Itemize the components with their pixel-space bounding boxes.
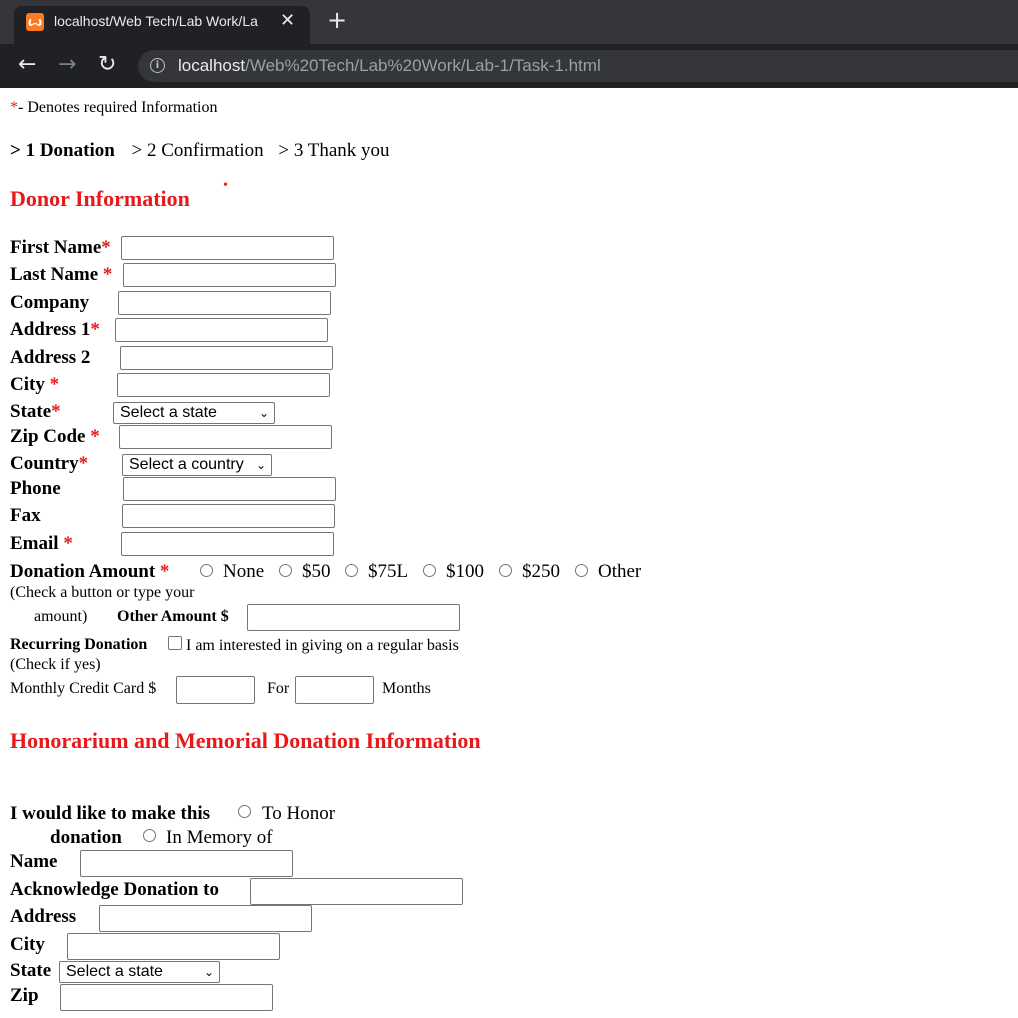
chevron-down-icon: ⌄ xyxy=(258,406,269,420)
address1-input[interactable] xyxy=(115,318,328,342)
close-icon[interactable]: ✕ xyxy=(280,10,295,31)
red-dot: • xyxy=(223,178,228,193)
phone-label: Phone xyxy=(10,478,61,499)
radio-100-label: $100 xyxy=(446,561,484,582)
monthly-amount-input[interactable] xyxy=(176,676,255,704)
country-select[interactable]: Select a country ⌄ xyxy=(122,454,272,476)
address-bar[interactable]: i localhost/Web%20Tech/Lab%20Work/Lab-1/… xyxy=(138,50,1018,82)
required-star: * xyxy=(10,99,18,116)
address1-label: Address 1* xyxy=(10,319,100,340)
forward-arrow-icon[interactable]: → xyxy=(58,52,76,77)
honor-zip-input[interactable] xyxy=(60,984,273,1011)
xampp-favicon-icon: ꙍ xyxy=(26,13,44,31)
honor-address-label: Address xyxy=(10,906,77,927)
recurring-checkbox-label: I am interested in giving on a regular b… xyxy=(186,637,459,654)
step-2: > 2 Confirmation xyxy=(131,140,264,161)
recurring-label: Recurring Donation xyxy=(10,636,148,653)
first-name-input[interactable] xyxy=(121,236,334,260)
donor-heading: Donor Information xyxy=(10,186,190,211)
make-donation-label-2: donation xyxy=(50,827,122,848)
for-label: For xyxy=(267,680,290,697)
step-indicator: > 1 Donation > 2 Confirmation > 3 Thank … xyxy=(10,140,390,162)
honor-city-label: City xyxy=(10,934,45,955)
info-icon[interactable]: i xyxy=(150,58,165,73)
zip-label: Zip Code * xyxy=(10,426,100,447)
country-label: Country* xyxy=(10,453,89,474)
last-name-input[interactable] xyxy=(123,263,336,287)
fax-label: Fax xyxy=(10,505,41,526)
radio-none-label: None xyxy=(223,561,265,582)
radio-other[interactable] xyxy=(575,564,588,577)
phone-input[interactable] xyxy=(123,477,336,501)
honor-state-select-value: Select a state xyxy=(66,963,163,980)
acknowledge-label: Acknowledge Donation to xyxy=(10,879,220,900)
url-text: localhost/Web%20Tech/Lab%20Work/Lab-1/Ta… xyxy=(178,56,601,76)
radio-50[interactable] xyxy=(279,564,292,577)
company-label: Company xyxy=(10,292,90,313)
email-label: Email * xyxy=(10,533,73,554)
company-input[interactable] xyxy=(118,291,331,315)
url-host: localhost xyxy=(178,56,246,75)
radio-75-label: $75L xyxy=(368,561,409,582)
state-select-value: Select a state xyxy=(120,404,217,421)
tab-title: localhost/Web Tech/Lab Work/La xyxy=(54,13,258,29)
donation-hint-2: amount) xyxy=(34,608,88,625)
required-note-text: - Denotes required Information xyxy=(18,99,218,116)
tab-strip: ꙍ localhost/Web Tech/Lab Work/La ✕ + xyxy=(0,0,1018,44)
make-donation-label-1: I would like to make this xyxy=(10,803,211,824)
radio-in-memory-label: In Memory of xyxy=(166,827,273,848)
state-label: State* xyxy=(10,401,61,422)
chevron-down-icon: ⌄ xyxy=(255,458,266,472)
radio-none[interactable] xyxy=(200,564,213,577)
radio-to-honor[interactable] xyxy=(238,805,251,818)
radio-other-label: Other xyxy=(598,561,642,582)
radio-to-honor-label: To Honor xyxy=(262,803,336,824)
new-tab-icon[interactable]: + xyxy=(327,6,347,34)
step-1: > 1 Donation xyxy=(10,140,115,161)
honor-heading: Honorarium and Memorial Donation Informa… xyxy=(10,728,481,753)
donation-hint-1: (Check a button or type your xyxy=(10,584,195,601)
country-select-value: Select a country xyxy=(129,456,244,473)
address2-label: Address 2 xyxy=(10,347,91,368)
step-3: > 3 Thank you xyxy=(278,140,390,161)
back-arrow-icon[interactable]: ← xyxy=(18,52,36,77)
recurring-checkbox[interactable] xyxy=(168,636,182,650)
address2-input[interactable] xyxy=(120,346,333,370)
chevron-down-icon: ⌄ xyxy=(203,965,214,979)
radio-50-label: $50 xyxy=(302,561,331,582)
state-select[interactable]: Select a state ⌄ xyxy=(113,402,275,424)
radio-250-label: $250 xyxy=(522,561,560,582)
donation-amount-label: Donation Amount * xyxy=(10,561,170,582)
browser-tab[interactable]: ꙍ localhost/Web Tech/Lab Work/La ✕ xyxy=(14,6,310,44)
radio-250[interactable] xyxy=(499,564,512,577)
honor-state-select[interactable]: Select a state ⌄ xyxy=(59,961,220,983)
url-path: /Web%20Tech/Lab%20Work/Lab-1/Task-1.html xyxy=(245,56,601,75)
honor-address-input[interactable] xyxy=(99,905,312,932)
city-input[interactable] xyxy=(117,373,330,397)
browser-toolbar: ← → ↻ i localhost/Web%20Tech/Lab%20Work/… xyxy=(0,44,1018,88)
honor-name-input[interactable] xyxy=(80,850,293,877)
radio-100[interactable] xyxy=(423,564,436,577)
reload-icon[interactable]: ↻ xyxy=(98,52,116,77)
zip-input[interactable] xyxy=(119,425,332,449)
honor-state-label: State xyxy=(10,960,52,981)
acknowledge-input[interactable] xyxy=(250,878,463,905)
monthly-label: Monthly Credit Card $ xyxy=(10,680,157,697)
honor-zip-label: Zip xyxy=(10,985,39,1006)
check-hint: (Check if yes) xyxy=(10,656,101,673)
required-note: *- Denotes required Information xyxy=(10,99,217,117)
last-name-label: Last Name * xyxy=(10,264,113,285)
radio-75[interactable] xyxy=(345,564,358,577)
honor-city-input[interactable] xyxy=(67,933,280,960)
radio-in-memory[interactable] xyxy=(143,829,156,842)
city-label: City * xyxy=(10,374,60,395)
months-input[interactable] xyxy=(295,676,374,704)
other-amount-label: Other Amount $ xyxy=(117,608,229,625)
fax-input[interactable] xyxy=(122,504,335,528)
first-name-label: First Name* xyxy=(10,237,111,258)
email-input[interactable] xyxy=(121,532,334,556)
months-label: Months xyxy=(382,680,431,697)
honor-name-label: Name xyxy=(10,851,58,872)
other-amount-input[interactable] xyxy=(247,604,460,631)
